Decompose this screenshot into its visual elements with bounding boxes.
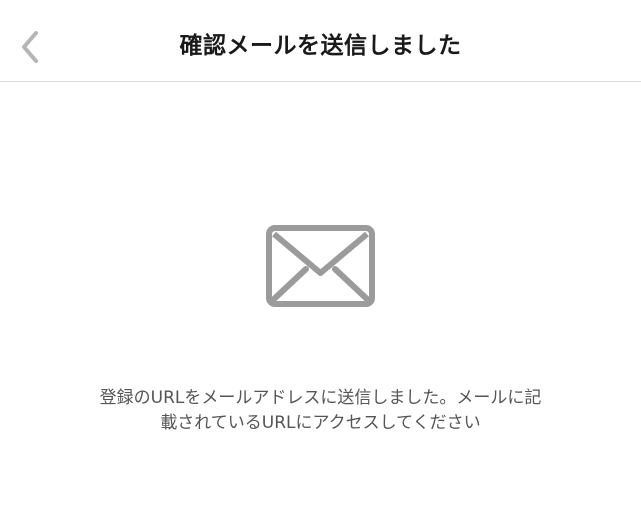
navigation-bar: 確認メールを送信しました <box>0 0 641 82</box>
confirmation-message: 登録のURLをメールアドレスに送信しました。メールに記 載されているURLにアク… <box>60 386 581 436</box>
back-button[interactable] <box>10 22 50 72</box>
message-line-2: 載されているURLにアクセスしてください <box>160 413 481 433</box>
page-title: 確認メールを送信しました <box>179 33 462 59</box>
envelope-icon <box>266 225 375 307</box>
chevron-left-icon <box>22 31 38 63</box>
message-line-1: 登録のURLをメールアドレスに送信しました。メールに記 <box>99 388 542 408</box>
confirmation-screen: 確認メールを送信しました 登録のURLをメールアドレスに送信しました。メールに記… <box>0 0 641 515</box>
